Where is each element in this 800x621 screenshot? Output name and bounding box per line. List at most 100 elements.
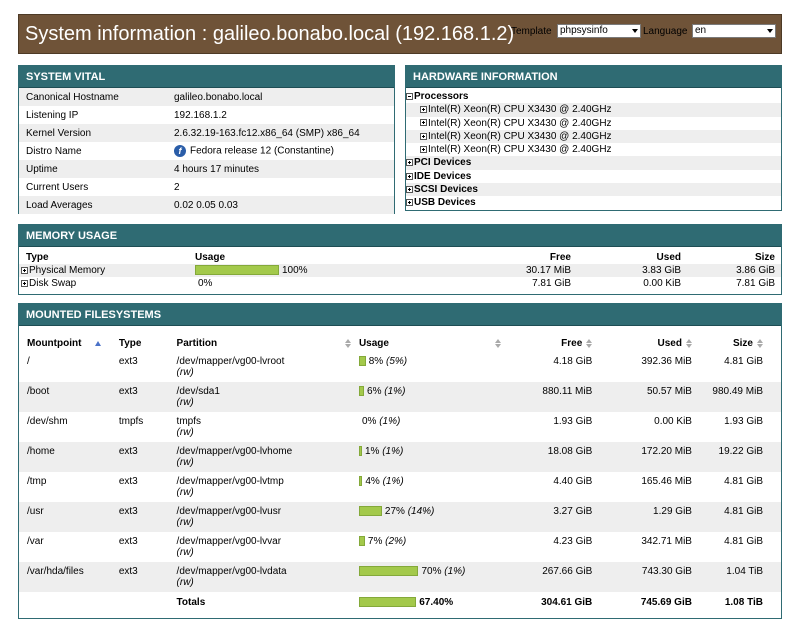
- fs-usage-cell: 7% (2%): [358, 532, 509, 562]
- fs-usage-cell: 4% (1%): [358, 472, 509, 502]
- fs-partition-cell: /dev/sda1 (rw): [176, 382, 359, 412]
- language-select[interactable]: en: [692, 24, 776, 38]
- sort-ascending-icon[interactable]: [95, 340, 102, 346]
- fs-header-usage[interactable]: Usage: [359, 326, 509, 352]
- memory-type-cell: Physical Memory: [19, 264, 195, 277]
- fs-type: ext3: [118, 382, 177, 412]
- cpu-item[interactable]: Intel(R) Xeon(R) CPU X3430 @ 2.40GHz: [406, 129, 781, 144]
- cpu-label: Intel(R) Xeon(R) CPU X3430 @ 2.40GHz: [428, 104, 612, 116]
- fs-totals-blank: [119, 592, 177, 612]
- fs-header-type[interactable]: Type: [119, 326, 177, 352]
- template-label: Template: [511, 25, 552, 37]
- usage-bar: [195, 265, 279, 276]
- fs-type: ext3: [118, 442, 177, 472]
- cpu-item[interactable]: Intel(R) Xeon(R) CPU X3430 @ 2.40GHz: [406, 103, 781, 117]
- fs-partition-cell: tmpfs (rw): [177, 412, 359, 442]
- hardware-group[interactable]: USB Devices: [406, 196, 781, 209]
- fs-used: 392.36 MiB: [641, 356, 692, 367]
- expand-icon[interactable]: [21, 266, 28, 274]
- vital-value: 2: [167, 178, 394, 196]
- fs-header-size[interactable]: Size: [708, 326, 781, 352]
- fs-header-used[interactable]: Used: [608, 326, 708, 352]
- vital-value-text: 192.168.1.2: [174, 109, 227, 121]
- hardware-group[interactable]: SCSI Devices: [406, 183, 781, 197]
- fs-partition: /dev/mapper/vg00-lvdata: [176, 566, 287, 577]
- fs-partition: /dev/mapper/vg00-lvvar: [176, 536, 282, 547]
- memory-type: Physical Memory: [29, 265, 106, 276]
- expand-icon[interactable]: [406, 172, 413, 180]
- sort-icon[interactable]: [685, 338, 692, 348]
- fs-header-partition[interactable]: Partition: [177, 326, 359, 352]
- expand-icon[interactable]: [420, 132, 427, 140]
- fs-used: 743.30 GiB: [608, 562, 708, 592]
- memory-usage-cell: 0%: [195, 277, 475, 290]
- expand-icon[interactable]: [406, 185, 413, 193]
- fs-inode-percent: (14%): [407, 506, 435, 517]
- fs-header-free[interactable]: Free: [509, 326, 609, 352]
- vital-row: Canonical Hostname galileo.bonabo.local: [19, 88, 394, 106]
- memory-header-row: Type Usage Free Used Size: [19, 251, 781, 264]
- cpu-item[interactable]: Intel(R) Xeon(R) CPU X3430 @ 2.40GHz: [406, 117, 781, 130]
- memory-header-used: Used: [656, 252, 681, 263]
- vital-key: Listening IP: [26, 109, 79, 121]
- expand-icon[interactable]: [406, 159, 413, 167]
- fs-size: 980.49 MiB: [707, 382, 781, 412]
- fs-partition: tmpfs: [176, 416, 201, 427]
- hardware-group[interactable]: Processors: [406, 90, 781, 103]
- fs-usage-percent: 6%: [367, 386, 382, 397]
- fs-partition-cell: /dev/mapper/vg00-lvhome (rw): [176, 442, 359, 472]
- memory-usage-cell: 100%: [195, 264, 475, 277]
- hardware-group-label: IDE Devices: [414, 170, 472, 182]
- fs-free: 4.18 GiB: [553, 356, 593, 367]
- usage-bar: [358, 476, 363, 487]
- sort-icon[interactable]: [757, 338, 763, 348]
- fs-header-mount[interactable]: Mountpoint: [19, 326, 119, 352]
- fs-used: 342.71 MiB: [641, 536, 692, 547]
- fs-row: /home ext3/dev/mapper/vg00-lvhome (rw) 1% (…: [19, 442, 781, 472]
- fs-mountpoint: /: [27, 356, 30, 367]
- vital-row: Listening IP 192.168.1.2: [19, 106, 394, 124]
- usage-bar: [358, 446, 362, 457]
- expand-icon[interactable]: [21, 279, 28, 287]
- fs-used: 50.57 MiB: [608, 382, 708, 412]
- expand-icon[interactable]: [420, 106, 427, 114]
- sort-icon[interactable]: [344, 339, 351, 348]
- expand-icon[interactable]: [420, 146, 427, 154]
- fs-row: /usr ext3/dev/mapper/vg00-lvusr (rw) 27% (1…: [19, 502, 781, 532]
- filesystems-table: Mountpoint Type Partition Usage Free Used Size…: [19, 326, 781, 612]
- fs-mountpoint: /var: [27, 536, 44, 547]
- chevron-down-icon: [632, 29, 638, 33]
- hardware-group[interactable]: IDE Devices: [406, 170, 781, 183]
- fs-usage-cell: 27% (14%): [358, 502, 509, 532]
- sort-icon[interactable]: [494, 339, 501, 348]
- fs-mountpoint: /boot: [19, 382, 119, 412]
- usage-bar: [358, 356, 366, 367]
- fs-header-label: Mountpoint: [27, 338, 82, 349]
- hardware-panel: HARDWARE INFORMATION Processors Intel(R) …: [405, 65, 782, 211]
- fs-free: 3.27 GiB: [508, 502, 609, 532]
- fs-size: 4.81 GiB: [724, 476, 763, 487]
- page-title: System information : galileo.bonabo.loca…: [25, 23, 515, 45]
- memory-used: 3.83 GiB: [577, 264, 687, 277]
- fs-type: ext3: [118, 356, 138, 367]
- collapse-icon[interactable]: [406, 92, 413, 100]
- expand-icon[interactable]: [420, 119, 427, 127]
- hardware-group[interactable]: PCI Devices: [406, 156, 781, 170]
- fs-inode-percent: (1%): [379, 416, 401, 427]
- memory-free: 30.17 MiB: [475, 264, 577, 277]
- fs-free: 267.66 GiB: [508, 562, 609, 592]
- cpu-item[interactable]: Intel(R) Xeon(R) CPU X3430 @ 2.40GHz: [406, 143, 781, 156]
- sort-icon[interactable]: [586, 338, 593, 348]
- fs-mount-options: (rw): [176, 577, 194, 588]
- vital-key: Distro Name: [26, 145, 82, 157]
- fs-used: 172.20 MiB: [608, 442, 708, 472]
- fs-inode-percent: (1%): [382, 476, 404, 487]
- hardware-group-label: PCI Devices: [414, 157, 472, 169]
- fs-usage-percent: 70%: [421, 566, 442, 577]
- template-select[interactable]: phpsysinfo: [557, 24, 641, 38]
- fs-usage-percent: 8%: [368, 356, 384, 367]
- fs-usage-percent: 4%: [365, 476, 380, 487]
- fs-size: 1.04 TiB: [707, 562, 781, 592]
- expand-icon[interactable]: [406, 199, 413, 207]
- fs-free: 18.08 GiB: [508, 442, 609, 472]
